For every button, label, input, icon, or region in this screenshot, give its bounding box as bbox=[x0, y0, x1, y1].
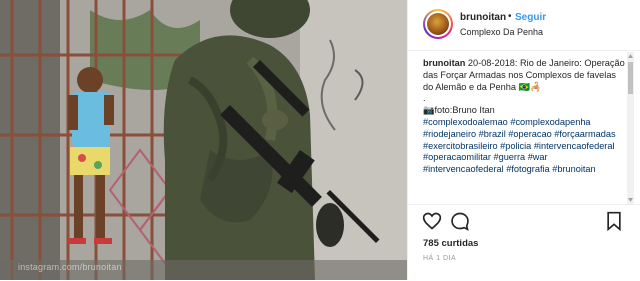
post-caption: brunoitan 20-08-2018: Rio de Janeiro: Op… bbox=[423, 58, 628, 204]
avatar-image bbox=[427, 13, 449, 35]
post-header: brunoitan • Seguir Complexo Da Penha bbox=[408, 0, 640, 51]
caption-dot: . bbox=[423, 93, 426, 104]
follow-button[interactable]: Seguir bbox=[515, 12, 546, 23]
post-actions: 785 curtidas HÁ 1 DIA bbox=[408, 204, 640, 281]
post-side-panel: brunoitan • Seguir Complexo Da Penha bru… bbox=[407, 0, 640, 280]
post-timestamp[interactable]: HÁ 1 DIA bbox=[423, 255, 456, 262]
caption-hashtags[interactable]: #complexodoalemao #complexodapenha #riod… bbox=[423, 117, 628, 176]
caption-author[interactable]: brunoitan bbox=[423, 58, 465, 68]
photo-illustration bbox=[0, 0, 407, 280]
likes-count[interactable]: 785 curtidas bbox=[423, 238, 478, 249]
heart-icon[interactable] bbox=[422, 211, 442, 231]
instagram-post: instagram.com/brunoitan brunoitan • Segu… bbox=[0, 0, 640, 280]
scroll-thumb[interactable] bbox=[628, 62, 633, 94]
caption-scrollbar[interactable] bbox=[627, 52, 634, 204]
comment-icon[interactable] bbox=[450, 211, 470, 231]
bookmark-icon[interactable] bbox=[604, 211, 624, 231]
location-link[interactable]: Complexo Da Penha bbox=[460, 27, 543, 37]
scroll-down-arrow-icon[interactable] bbox=[627, 196, 634, 204]
post-photo[interactable]: instagram.com/brunoitan bbox=[0, 0, 407, 280]
photo-watermark: instagram.com/brunoitan bbox=[18, 262, 122, 272]
separator-dot: • bbox=[508, 11, 512, 22]
caption-credit: 📷foto:Bruno Itan bbox=[423, 105, 495, 116]
avatar[interactable] bbox=[423, 9, 453, 39]
username-link[interactable]: brunoitan bbox=[460, 12, 506, 23]
scroll-up-arrow-icon[interactable] bbox=[627, 52, 634, 60]
